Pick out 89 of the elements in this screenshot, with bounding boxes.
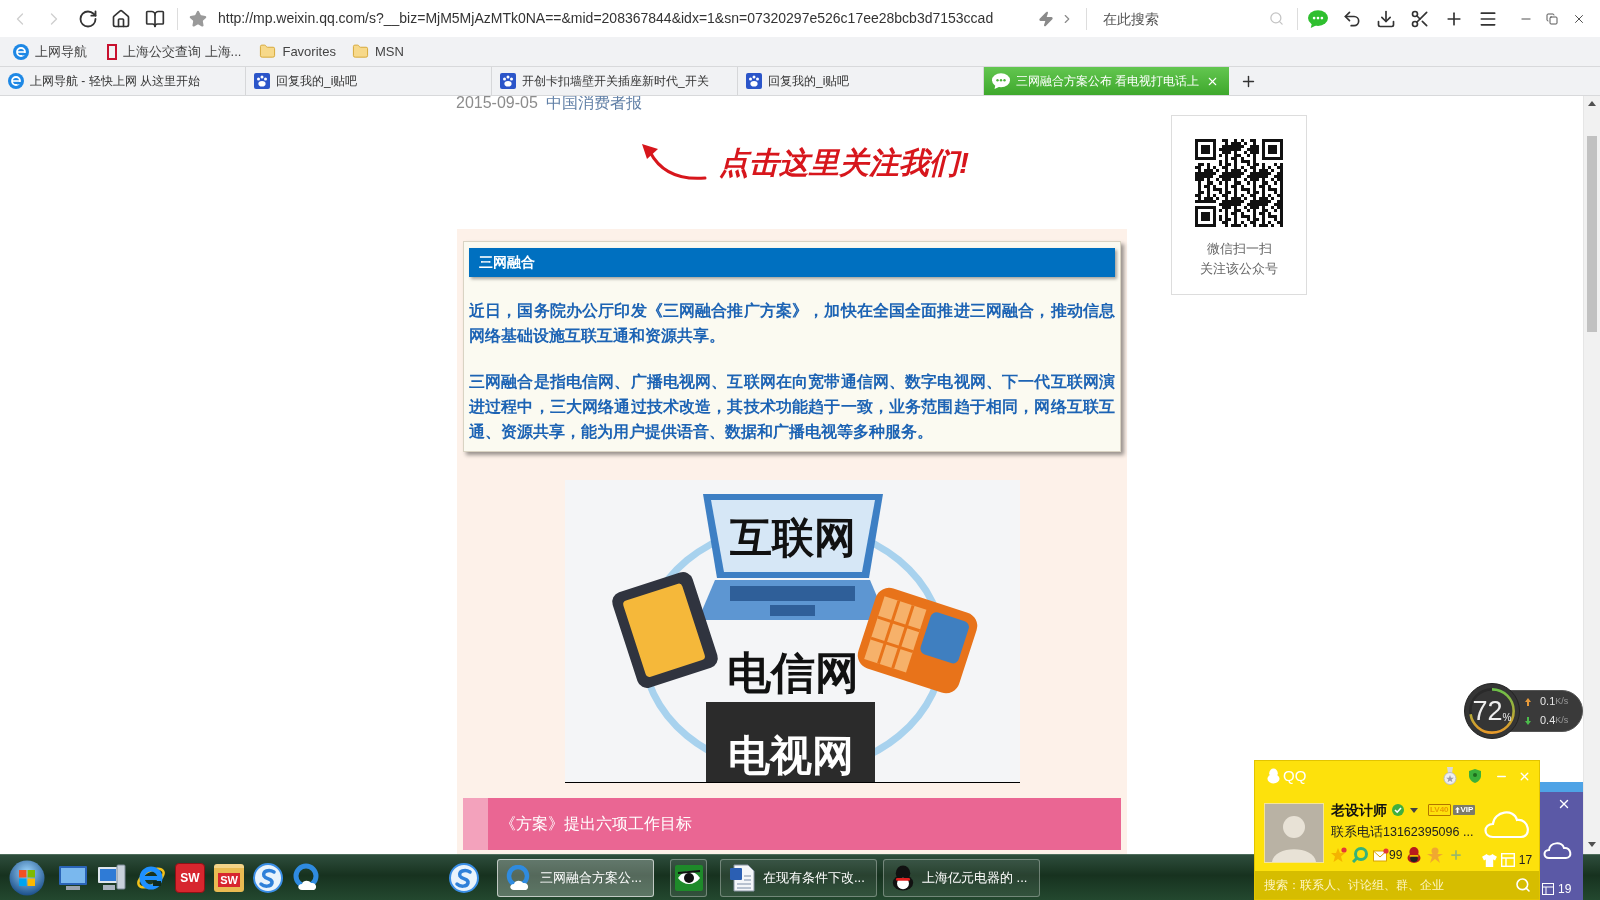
arrow-up-icon (1525, 697, 1531, 706)
star-icon[interactable] (1331, 847, 1347, 863)
qr-caption: 微信扫一扫 (1206, 240, 1272, 258)
lightning-icon[interactable] (1038, 10, 1054, 27)
qr-caption: 关注该公众号 (1200, 260, 1278, 278)
folder-icon (351, 43, 369, 60)
search-field[interactable]: 在此搜索 (1096, 6, 1256, 31)
illustration-label: 电信网 (726, 648, 859, 697)
chat-bubble-icon[interactable] (1308, 9, 1328, 28)
chat-bubble-icon (992, 73, 1010, 89)
search-input[interactable]: 搜索：联系人、讨论组、群、企业 (1264, 874, 1515, 896)
browser-e-icon (13, 43, 29, 60)
star-icon[interactable] (189, 9, 207, 28)
eye-icon (674, 864, 703, 891)
shield-icon[interactable] (1469, 769, 1481, 783)
gauge-percent: 72 (1472, 696, 1503, 726)
start-button[interactable] (9, 859, 45, 896)
taskbar-button[interactable] (670, 858, 707, 897)
body-paragraph: 近日，国务院办公厅印发《三网融合推广方案》，加快在全国全面推进三网融合，推动信息网络基础设施互联互通和资源共享。 (469, 301, 1115, 346)
caret-icon[interactable] (1410, 807, 1418, 813)
taskbar-button[interactable]: 上海亿元电器的 ... (883, 858, 1040, 897)
verified-icon (1392, 804, 1404, 816)
app-launcher[interactable]: SW (175, 862, 205, 893)
close-icon[interactable] (1557, 797, 1571, 811)
paw-icon (500, 73, 516, 89)
browser-e-icon (8, 73, 24, 89)
curved-arrow-icon (641, 143, 707, 183)
avatar-silhouette (1264, 803, 1324, 863)
scissors-icon[interactable] (1410, 8, 1430, 29)
browser-tab[interactable]: 上网导航 - 轻快上网 从这里开始 (0, 67, 246, 95)
restore-icon[interactable] (1546, 12, 1558, 25)
paw-icon (254, 73, 270, 89)
app-title: QQ (1283, 765, 1307, 786)
section-heading: 三网融合 (469, 248, 1115, 277)
bookmark-item[interactable]: 上海公交查询 上海... (107, 41, 242, 62)
penguin-icon (1267, 768, 1280, 784)
search-field[interactable]: 搜索：联系人、讨论组、群、企业 (1255, 871, 1539, 899)
speed-unit: K/s (1555, 713, 1569, 727)
swirl-circle-icon[interactable] (253, 862, 283, 893)
speed-value: 0.1 (1540, 694, 1556, 710)
speed-value: 0.4 (1540, 713, 1556, 729)
level-badge: LV40 (1428, 804, 1451, 816)
arrow-down-icon (1525, 716, 1531, 725)
speed-unit: K/s (1555, 694, 1569, 708)
home-icon[interactable] (111, 8, 131, 29)
bookmark-item[interactable]: Favorites (259, 41, 336, 62)
illustration-label: 电视网 (727, 732, 854, 779)
signature: 联系电话13162395096 ... (1331, 824, 1475, 840)
address-field[interactable]: http://mp.weixin.qq.com/s?__biz=MjM5MjAzMTk0NA==&mid=208367844&idx=1&sn=07320297e526c17ee28bcb3d7153ccad (218, 4, 1036, 33)
penguin-icon[interactable] (1407, 847, 1422, 863)
skin-count: 19 (1558, 882, 1572, 896)
document-icon (729, 863, 755, 892)
book-icon[interactable] (145, 8, 165, 29)
paw-icon (746, 73, 762, 89)
illustration-label: 互联网 (729, 514, 856, 561)
download-icon[interactable] (1376, 8, 1396, 29)
scroll-up-icon[interactable] (1588, 101, 1596, 106)
swirl-circle-icon[interactable] (449, 862, 479, 893)
page-frame-icon (107, 43, 117, 60)
follow-banner-text: 点击这里关注我们! (719, 145, 969, 181)
reload-icon[interactable] (78, 8, 98, 29)
computer-icon[interactable] (97, 863, 127, 892)
penguin-icon (892, 864, 914, 891)
cloud-ring-icon (506, 864, 532, 891)
medal-icon[interactable] (1443, 767, 1457, 785)
scroll-down-icon[interactable] (1588, 842, 1596, 847)
taskbar-button[interactable]: 在现有条件下改... (720, 858, 877, 897)
arrow-up-icon (1454, 807, 1460, 813)
browser-tab[interactable]: 回复我的_i贴吧 (246, 67, 492, 95)
bookmark-item[interactable]: 上网导航 (13, 41, 87, 62)
bookmark-item[interactable]: MSN (351, 41, 404, 62)
scrollbar-thumb[interactable] (1587, 136, 1597, 332)
folder-icon (259, 43, 277, 60)
nickname: 老设计师 (1331, 800, 1387, 820)
browser-tab[interactable]: 回复我的_i贴吧 (738, 67, 984, 95)
browser-tab[interactable]: 开创卡扣墙壁开关插座新时代_开关 (492, 67, 738, 95)
vip-text: VIP (1460, 805, 1474, 815)
publish-date: 2015-09-05 (456, 96, 538, 112)
skin-icon (1542, 883, 1554, 895)
mail-icon[interactable] (1373, 848, 1389, 862)
monitor-icon[interactable] (58, 864, 88, 891)
undo-icon[interactable] (1342, 8, 1362, 29)
percent-sign: % (1502, 711, 1512, 725)
mail-count: 99 (1389, 847, 1403, 864)
body-paragraph: 三网融合是指电信网、广播电视网、互联网在向宽带通信网、数字电视网、下一代互联网演进过程中，三大网络通过技术改造，其技术功能趋于一致，业务范围趋于相同，网络互联互通、资源共享，能为用户提供语音、数据和广播电视等多种服务。 (469, 372, 1115, 442)
app-launcher[interactable]: SW (214, 863, 244, 892)
taskbar-button[interactable]: 三网融合方案公... (497, 858, 654, 897)
subheading-bar: 《方案》提出六项工作目标 (463, 798, 1121, 850)
skin-count: 17 (1518, 852, 1533, 869)
